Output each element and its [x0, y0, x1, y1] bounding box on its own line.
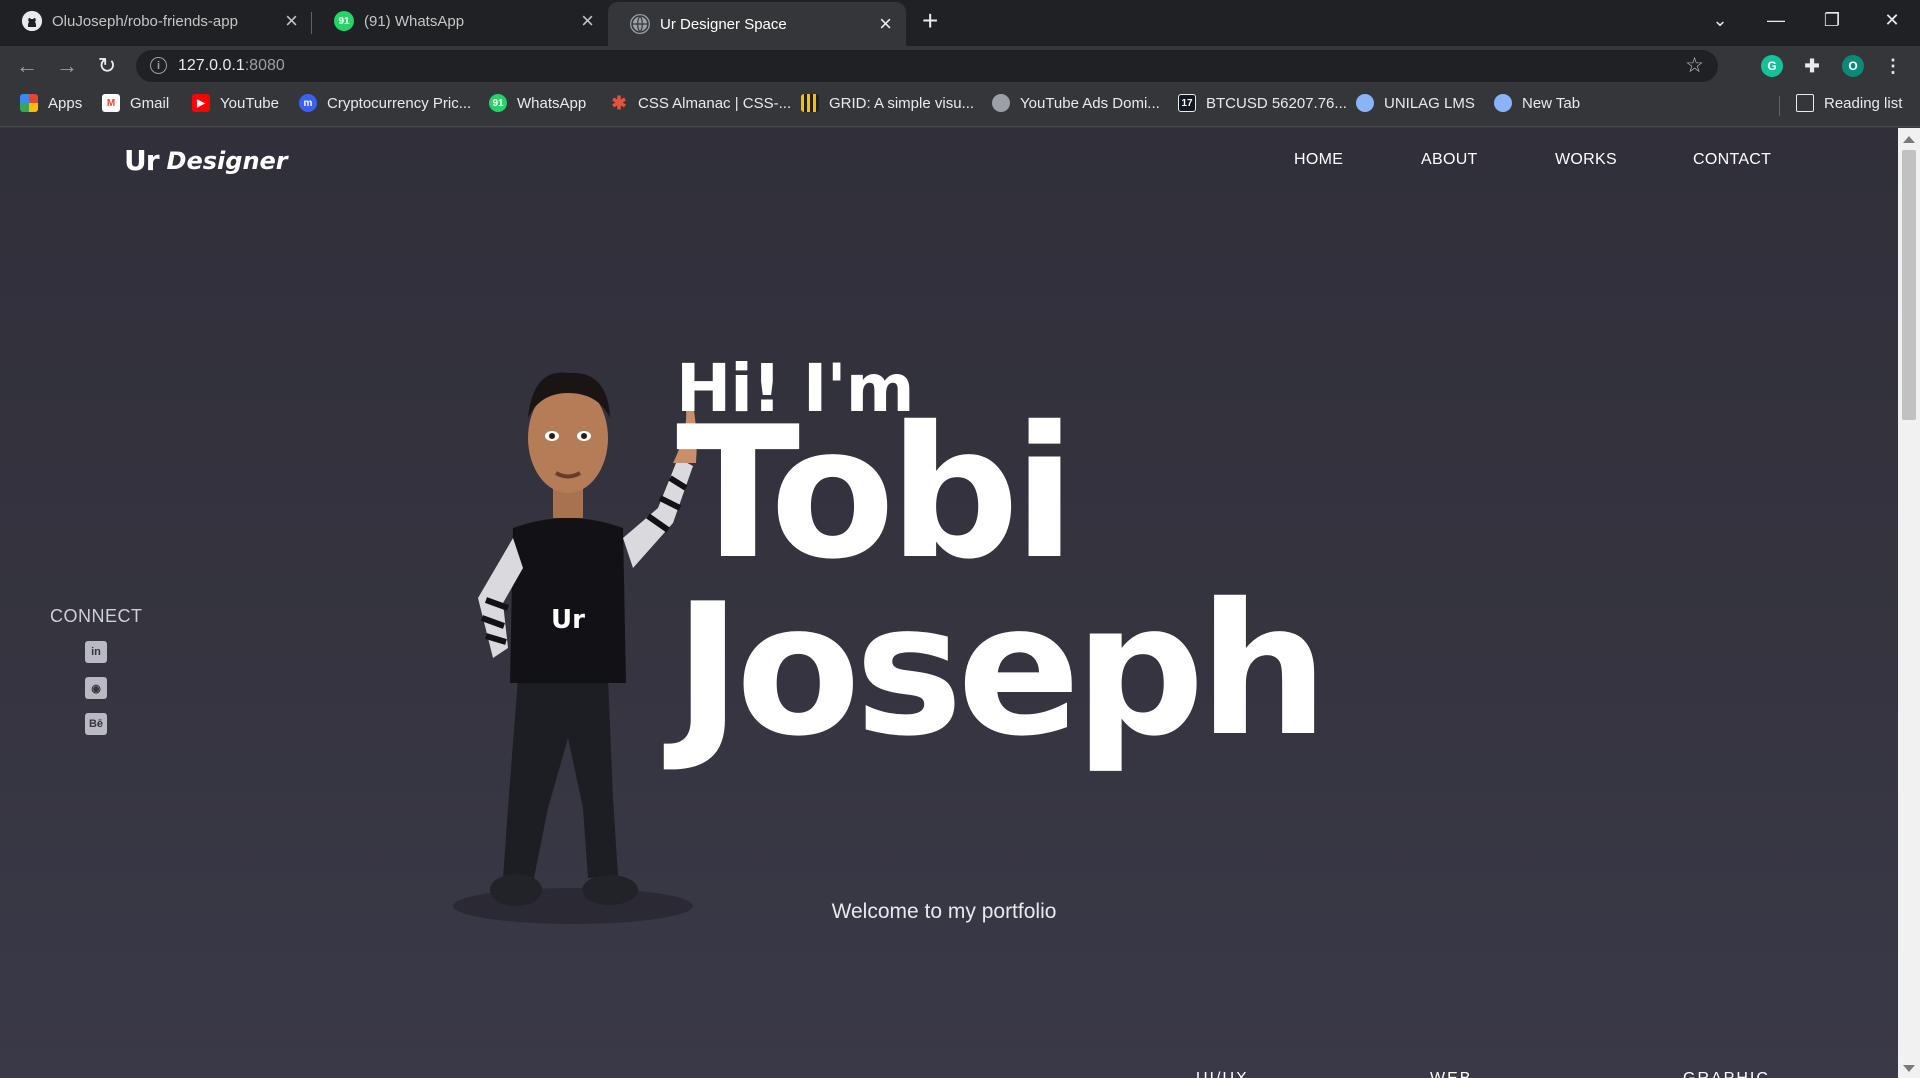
tab-title: Ur Designer Space [660, 15, 787, 33]
hero-first-name: Tobi [676, 387, 1076, 599]
tab-whatsapp[interactable]: 91 (91) WhatsApp × [312, 0, 608, 42]
github-icon [22, 11, 42, 31]
bookmarks-bar: Apps M Gmail ▶ YouTube m Cryptocurrency Pri… [0, 85, 1920, 127]
bookmark-gmail[interactable]: M Gmail [102, 94, 169, 112]
new-tab-icon[interactable]: + [922, 6, 938, 36]
browser-toolbar: ← → ↻ i 127.0.0.1:8080 ☆ G ✚ O ⋮ [0, 46, 1920, 85]
window-close-icon[interactable]: ✕ [1864, 0, 1920, 40]
back-arrow-icon[interactable]: ← [13, 52, 41, 80]
bookmark-cryptocurrency[interactable]: m Cryptocurrency Pric... [299, 94, 471, 112]
avatar-pants [503, 678, 618, 883]
bookmark-whatsapp[interactable]: 91 WhatsApp [489, 94, 586, 112]
logo-mark: Ur [124, 144, 160, 177]
bookmark-apps[interactable]: Apps [20, 94, 82, 112]
address-bar[interactable]: i 127.0.0.1:8080 ☆ [136, 50, 1718, 82]
grid-icon [801, 94, 819, 112]
bookmark-css-almanac[interactable]: ✱ CSS Almanac | CSS-... [610, 92, 791, 113]
bookmark-star-icon[interactable]: ☆ [1685, 53, 1704, 78]
tab-strip: OluJoseph/robo-friends-app × 91 (91) Wha… [0, 0, 1920, 46]
bookmark-youtube-ads[interactable]: YouTube Ads Domi... [992, 94, 1160, 112]
bookmark-grid[interactable]: GRID: A simple visu... [801, 94, 974, 112]
service-web-heading: WEB [1430, 1070, 1472, 1078]
scroll-down-arrow-icon[interactable] [1903, 1065, 1915, 1072]
tab-title: OluJoseph/robo-friends-app [52, 12, 238, 30]
avatar-illustration: Ur [453, 372, 697, 924]
tradingview-icon: 17 [1178, 94, 1196, 112]
nav-contact-link[interactable]: CONTACT [1693, 151, 1771, 169]
whatsapp-icon: 91 [334, 11, 354, 31]
linkedin-icon[interactable]: in [85, 641, 107, 663]
close-tab-icon[interactable]: × [285, 10, 298, 32]
gmail-icon: M [102, 94, 120, 112]
newtab-icon [1494, 94, 1512, 112]
page-scrollbar[interactable] [1898, 128, 1920, 1078]
youtube-ads-icon [992, 94, 1010, 112]
nav-home-link[interactable]: HOME [1294, 151, 1343, 169]
page-viewport: Ur Designer HOME ABOUT WORKS CONTACT CON… [0, 128, 1898, 1078]
more-menu-icon[interactable]: ⋮ [1882, 55, 1904, 77]
avatar-shirt-logo: Ur [551, 605, 585, 635]
bookmark-youtube[interactable]: ▶ YouTube [192, 94, 279, 112]
welcome-text: Welcome to my portfolio [831, 900, 1057, 923]
forward-arrow-icon[interactable]: → [53, 52, 81, 80]
site-info-icon[interactable]: i [150, 57, 167, 74]
service-uiux-heading: UI/UX [1196, 1070, 1249, 1078]
url-text[interactable]: 127.0.0.1:8080 [178, 57, 285, 75]
reading-list-button[interactable]: Reading list [1796, 94, 1902, 112]
service-graphic-heading: GRAPHIC [1683, 1070, 1770, 1078]
extensions-puzzle-icon[interactable]: ✚ [1801, 55, 1823, 77]
connect-label: CONNECT [50, 606, 143, 626]
tab-title: (91) WhatsApp [364, 12, 465, 30]
coinmarketcap-icon: m [299, 94, 317, 112]
bookmark-unilag-lms[interactable]: UNILAG LMS [1356, 94, 1475, 112]
profile-avatar[interactable]: O [1842, 55, 1864, 77]
minimize-icon[interactable]: — [1748, 0, 1804, 40]
reload-icon[interactable]: ↻ [93, 52, 121, 80]
close-tab-icon[interactable]: × [581, 10, 594, 32]
logo-word: Designer [166, 146, 288, 175]
reading-list-icon [1796, 94, 1814, 112]
css-tricks-icon: ✱ [611, 92, 627, 113]
tab-ur-designer-space[interactable]: Ur Designer Space × [608, 2, 906, 46]
scrollbar-thumb[interactable] [1902, 150, 1916, 420]
grammarly-icon[interactable]: G [1761, 55, 1783, 77]
github-icon[interactable]: ◉ [85, 677, 107, 699]
nav-works-link[interactable]: WORKS [1555, 151, 1617, 169]
tab-github[interactable]: OluJoseph/robo-friends-app × [0, 0, 312, 42]
behance-icon[interactable]: Bē [85, 713, 107, 735]
connect-sidebar: CONNECT in ◉ Bē [50, 606, 142, 735]
apps-grid-icon [20, 94, 38, 112]
youtube-icon: ▶ [192, 94, 210, 112]
scroll-up-arrow-icon[interactable] [1903, 136, 1915, 143]
whatsapp-icon: 91 [489, 94, 507, 112]
tab-search-chevron-icon[interactable]: ⌄ [1692, 0, 1748, 40]
globe-icon [630, 14, 650, 34]
bookmarks-separator [1779, 96, 1780, 116]
bookmark-btcusd[interactable]: 17 BTCUSD 56207.76... [1178, 94, 1347, 112]
nav-about-link[interactable]: ABOUT [1421, 151, 1478, 169]
unilag-icon [1356, 94, 1374, 112]
hero-last-name: Joseph [674, 564, 1328, 776]
close-tab-icon[interactable]: × [879, 13, 892, 35]
site-logo[interactable]: Ur Designer [124, 144, 288, 177]
bookmark-new-tab[interactable]: New Tab [1494, 94, 1580, 112]
restore-icon[interactable]: ❐ [1804, 0, 1860, 40]
avatar-shirt [510, 518, 626, 683]
